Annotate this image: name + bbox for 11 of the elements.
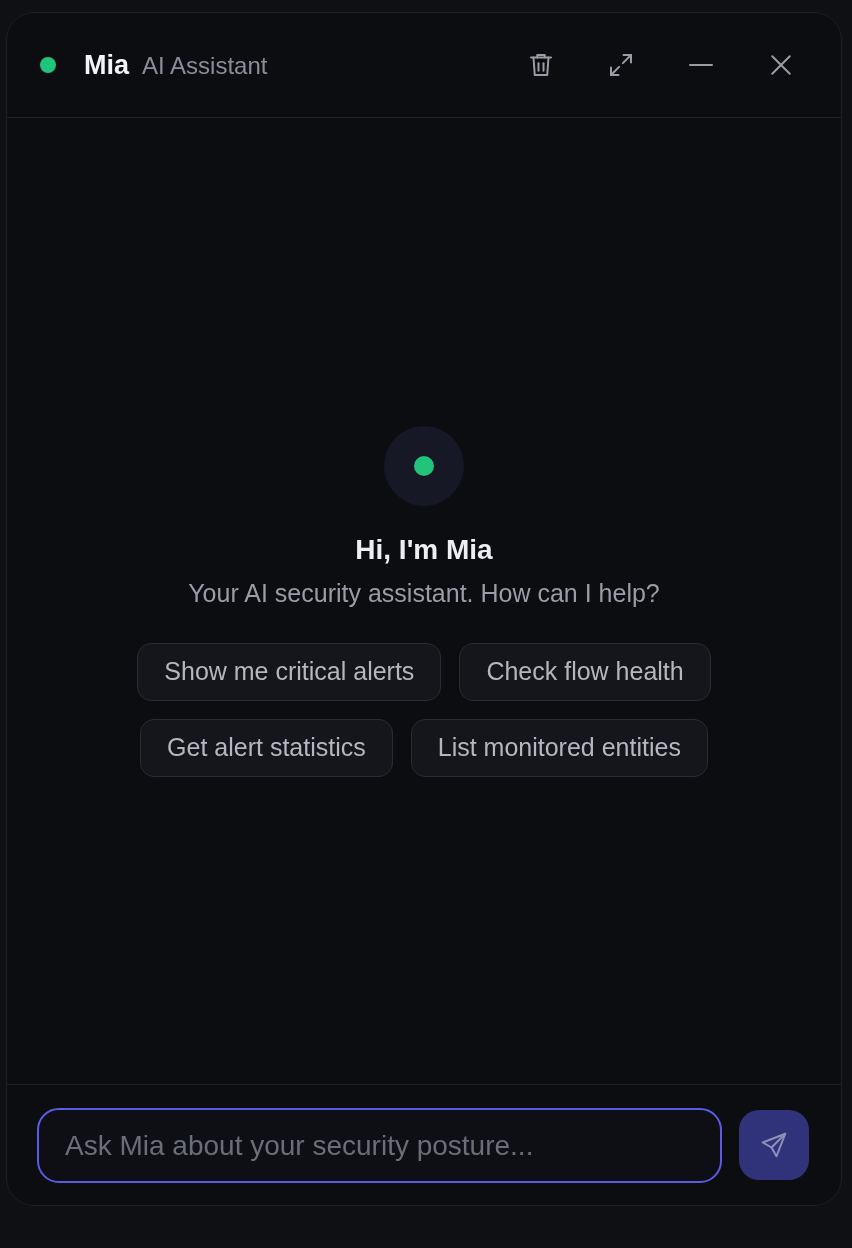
assistant-name: Mia bbox=[84, 51, 129, 79]
suggestion-chip[interactable]: Check flow health bbox=[459, 642, 711, 701]
welcome-subtitle: Your AI security assistant. How can I help? bbox=[188, 577, 660, 609]
welcome-title: Hi, I'm Mia bbox=[355, 532, 493, 567]
suggestion-chip[interactable]: List monitored entities bbox=[410, 718, 708, 777]
assistant-subtitle: AI Assistant bbox=[142, 54, 268, 78]
minimize-icon bbox=[689, 64, 713, 66]
suggestion-chip[interactable]: Show me critical alerts bbox=[137, 642, 442, 701]
message-input-field[interactable]: Ask Mia about your security posture... bbox=[37, 1108, 723, 1183]
send-button[interactable] bbox=[739, 1110, 809, 1180]
suggestion-chip[interactable]: Get alert statistics bbox=[140, 718, 393, 777]
